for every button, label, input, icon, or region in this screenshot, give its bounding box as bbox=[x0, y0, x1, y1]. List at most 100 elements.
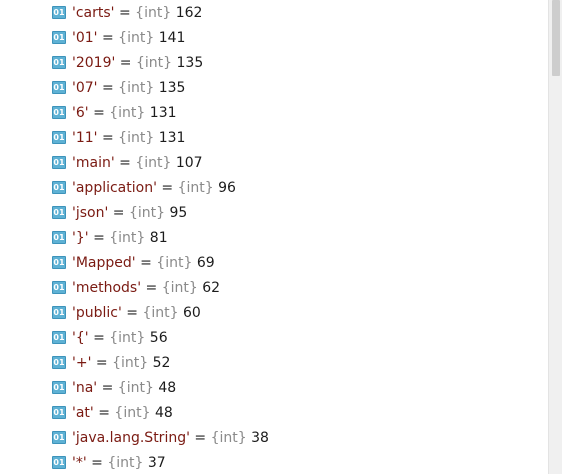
int-type-icon: 01 bbox=[52, 456, 66, 469]
variable-value: 48 bbox=[158, 379, 177, 396]
variable-value: 162 bbox=[175, 4, 203, 21]
type-label: {int} bbox=[210, 429, 247, 446]
type-label: {int} bbox=[177, 179, 214, 196]
variable-value: 56 bbox=[149, 329, 168, 346]
variable-row[interactable]: 01 'methods' = {int} 62 bbox=[52, 275, 269, 300]
variable-value: 62 bbox=[202, 279, 221, 296]
variable-key: 'at' bbox=[72, 404, 94, 421]
variable-row[interactable]: 01 'java.lang.String' = {int} 38 bbox=[52, 425, 269, 450]
int-type-icon: 01 bbox=[52, 6, 66, 19]
variable-value: 37 bbox=[147, 454, 166, 471]
equals-sign: = bbox=[101, 79, 114, 96]
variable-row[interactable]: 01 '{' = {int} 56 bbox=[52, 325, 269, 350]
int-type-icon: 01 bbox=[52, 81, 66, 94]
int-type-icon: 01 bbox=[52, 206, 66, 219]
equals-sign: = bbox=[98, 404, 110, 421]
variable-value: 96 bbox=[218, 179, 236, 196]
variable-row[interactable]: 01 '11' = {int} 131 bbox=[52, 125, 269, 150]
equals-sign: = bbox=[95, 354, 108, 371]
variable-key: 'application' bbox=[72, 179, 157, 196]
variable-key: '6' bbox=[72, 104, 89, 121]
equals-sign: = bbox=[91, 454, 103, 471]
equals-sign: = bbox=[145, 279, 158, 296]
int-type-icon: 01 bbox=[52, 156, 66, 169]
variable-row[interactable]: 01 '}' = {int} 81 bbox=[52, 225, 269, 250]
vertical-scrollbar[interactable] bbox=[548, 0, 562, 474]
variable-key: 'json' bbox=[72, 204, 109, 221]
variable-row[interactable]: 01 'application' = {int} 96 bbox=[52, 175, 269, 200]
int-type-icon: 01 bbox=[52, 181, 66, 194]
variable-row[interactable]: 01 '6' = {int} 131 bbox=[52, 100, 269, 125]
type-label: {int} bbox=[112, 354, 149, 371]
equals-sign: = bbox=[93, 104, 105, 121]
variable-key: 'java.lang.String' bbox=[72, 429, 190, 446]
equals-sign: = bbox=[101, 129, 114, 146]
variable-row[interactable]: 01 'at' = {int} 48 bbox=[52, 400, 269, 425]
int-type-icon: 01 bbox=[52, 431, 66, 444]
variable-row[interactable]: 01 '+' = {int} 52 bbox=[52, 350, 269, 375]
variable-value: 48 bbox=[154, 404, 173, 421]
int-type-icon: 01 bbox=[52, 281, 66, 294]
type-label: {int} bbox=[135, 4, 172, 21]
type-label: {int} bbox=[135, 154, 172, 171]
type-label: {int} bbox=[117, 379, 154, 396]
type-label: {int} bbox=[107, 454, 144, 471]
variable-key: 'na' bbox=[72, 379, 98, 396]
variable-key: 'Mapped' bbox=[72, 254, 136, 271]
variable-value: 131 bbox=[158, 129, 186, 146]
variable-value: 107 bbox=[175, 154, 203, 171]
equals-sign: = bbox=[119, 54, 132, 71]
int-type-icon: 01 bbox=[52, 106, 66, 119]
variable-row[interactable]: 01 'json' = {int} 95 bbox=[52, 200, 269, 225]
variable-value: 135 bbox=[176, 54, 204, 71]
equals-sign: = bbox=[126, 304, 139, 321]
variable-row[interactable]: 01 'na' = {int} 48 bbox=[52, 375, 269, 400]
variables-panel: 01 'carts' = {int} 162 01 '01' = {int} 1… bbox=[0, 0, 548, 474]
variable-value: 69 bbox=[196, 254, 215, 271]
equals-sign: = bbox=[112, 204, 125, 221]
equals-sign: = bbox=[161, 179, 174, 196]
int-type-icon: 01 bbox=[52, 306, 66, 319]
variable-value: 135 bbox=[158, 79, 186, 96]
variable-row[interactable]: 01 '01' = {int} 141 bbox=[52, 25, 269, 50]
variable-row[interactable]: 01 'carts' = {int} 162 bbox=[52, 0, 269, 25]
equals-sign: = bbox=[140, 254, 152, 271]
variable-key: '11' bbox=[72, 129, 98, 146]
int-type-icon: 01 bbox=[52, 56, 66, 69]
type-label: {int} bbox=[118, 29, 155, 46]
variable-key: '*' bbox=[72, 454, 87, 471]
variable-value: 81 bbox=[149, 229, 168, 246]
variable-row[interactable]: 01 'main' = {int} 107 bbox=[52, 150, 269, 175]
variable-row[interactable]: 01 'public' = {int} 60 bbox=[52, 300, 269, 325]
variable-row[interactable]: 01 'Mapped' = {int} 69 bbox=[52, 250, 269, 275]
variable-key: '+' bbox=[72, 354, 92, 371]
variable-key: '2019' bbox=[72, 54, 116, 71]
int-type-icon: 01 bbox=[52, 356, 66, 369]
variable-key: '01' bbox=[72, 29, 98, 46]
equals-sign: = bbox=[194, 429, 207, 446]
variable-value: 95 bbox=[169, 204, 188, 221]
variable-key: '{' bbox=[72, 329, 89, 346]
variable-key: '}' bbox=[72, 229, 89, 246]
variable-key: 'public' bbox=[72, 304, 122, 321]
type-label: {int} bbox=[156, 254, 193, 271]
type-label: {int} bbox=[135, 54, 173, 71]
variable-row[interactable]: 01 '2019' = {int} 135 bbox=[52, 50, 269, 75]
int-type-icon: 01 bbox=[52, 131, 66, 144]
int-type-icon: 01 bbox=[52, 406, 66, 419]
variable-row[interactable]: 01 '07' = {int} 135 bbox=[52, 75, 269, 100]
scrollbar-thumb[interactable] bbox=[552, 0, 560, 76]
type-label: {int} bbox=[118, 79, 155, 96]
type-label: {int} bbox=[109, 104, 146, 121]
variable-row[interactable]: 01 '*' = {int} 37 bbox=[52, 450, 269, 475]
variable-value: 38 bbox=[251, 429, 269, 446]
type-label: {int} bbox=[128, 204, 166, 221]
variable-key: '07' bbox=[72, 79, 98, 96]
int-type-icon: 01 bbox=[52, 331, 66, 344]
equals-sign: = bbox=[118, 4, 131, 21]
type-label: {int} bbox=[109, 229, 146, 246]
type-label: {int} bbox=[114, 404, 151, 421]
type-label: {int} bbox=[109, 329, 146, 346]
equals-sign: = bbox=[119, 154, 131, 171]
int-type-icon: 01 bbox=[52, 31, 66, 44]
